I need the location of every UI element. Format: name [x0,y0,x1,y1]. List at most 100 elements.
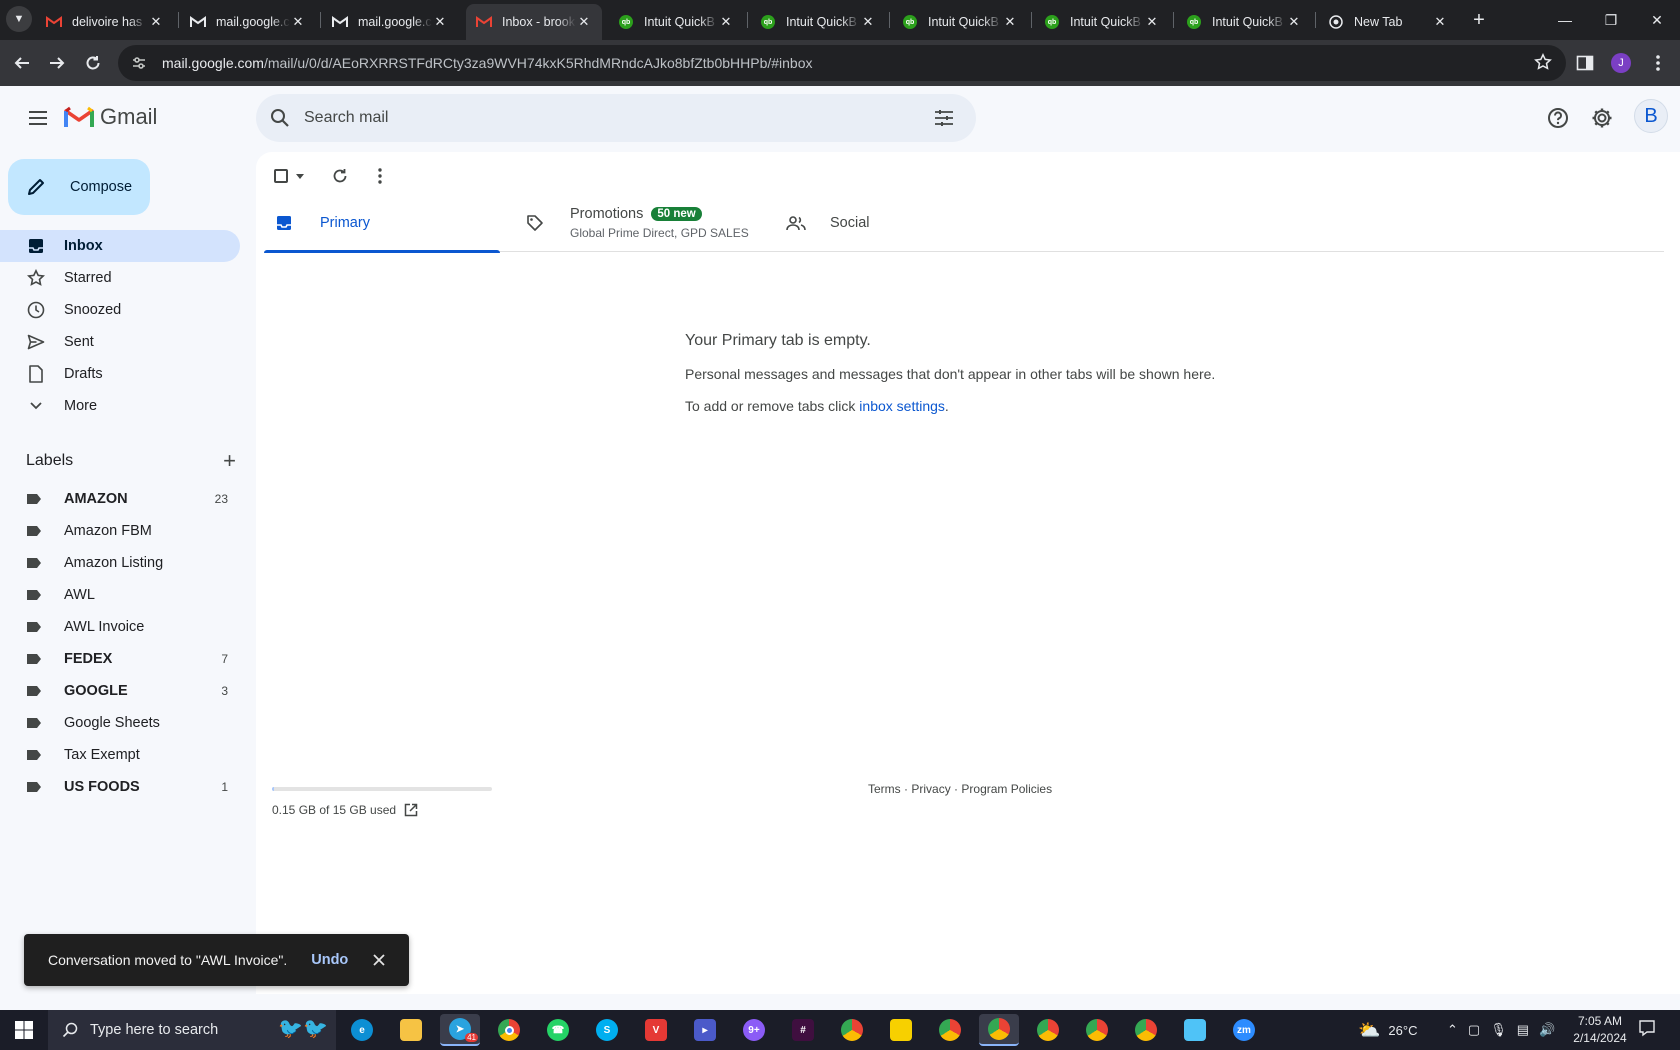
sidebar-item-inbox[interactable]: Inbox [0,230,240,262]
back-button[interactable] [7,48,37,78]
inbox-settings-link[interactable]: inbox settings [859,398,945,414]
close-window-button[interactable]: ✕ [1634,0,1680,40]
label-item[interactable]: Amazon Listing [0,547,240,579]
create-label-button[interactable]: + [223,448,236,474]
label-item[interactable]: AMAZON 23 [0,483,240,515]
taskbar-app-edge[interactable]: e [342,1014,382,1046]
sidebar-item-starred[interactable]: Starred [0,262,240,294]
browser-tab[interactable]: qb Intuit QuickB ✕ [1034,4,1170,40]
network-icon[interactable]: ▤ [1517,1022,1529,1038]
taskbar-app-vectr[interactable]: V [636,1014,676,1046]
select-menu-caret-icon[interactable] [296,173,304,179]
taskbar-app-notepad[interactable] [1175,1014,1215,1046]
search-input[interactable] [304,109,934,127]
browser-tab[interactable]: New Tab ✕ [1318,4,1458,40]
taskbar-app-chrome-profile[interactable] [1077,1014,1117,1046]
close-tab-icon[interactable]: ✕ [718,14,734,30]
profile-button[interactable]: J [1606,48,1636,78]
restore-button[interactable]: ❐ [1588,0,1634,40]
taskbar-clock[interactable]: 7:05 AM 2/14/2024 [1560,1013,1640,1047]
account-avatar[interactable]: B [1634,99,1668,133]
close-tab-icon[interactable]: ✕ [1286,14,1302,30]
close-tab-icon[interactable]: ✕ [1144,14,1160,30]
taskbar-app-chrome-profile[interactable] [1126,1014,1166,1046]
search-options-icon[interactable] [934,109,958,127]
label-item[interactable]: GOOGLE 3 [0,675,240,707]
side-panel-button[interactable] [1570,48,1600,78]
browser-tab-active[interactable]: Inbox - brook ✕ [466,4,602,40]
close-icon[interactable] [372,953,386,967]
browser-tab[interactable]: mail.google.c ✕ [322,4,458,40]
taskbar-search[interactable]: Type here to search 🐦🐦 [48,1010,336,1050]
taskbar-app-power-automate[interactable]: ▸ [685,1014,725,1046]
compose-button[interactable]: Compose [8,159,150,215]
sidebar-item-sent[interactable]: Sent [0,326,240,358]
main-menu-button[interactable] [18,98,58,138]
camera-icon[interactable]: ▢ [1468,1022,1480,1038]
taskbar-app-chrome-profile[interactable] [979,1014,1019,1046]
select-all-checkbox[interactable] [274,169,288,183]
tab-search-button[interactable]: ▼ [6,6,32,32]
browser-tab[interactable]: qb Intuit QuickB ✕ [750,4,886,40]
close-tab-icon[interactable]: ✕ [290,14,306,30]
sidebar-item-drafts[interactable]: Drafts [0,358,240,390]
taskbar-app-whatsapp[interactable]: ☎ [538,1014,578,1046]
refresh-button[interactable] [332,168,348,184]
sidebar-item-more[interactable]: More [0,390,240,422]
taskbar-app-slack[interactable]: # [783,1014,823,1046]
label-item[interactable]: AWL [0,579,240,611]
taskbar-app-zoom[interactable]: zm [1224,1014,1264,1046]
taskbar-app-skype[interactable]: S [587,1014,627,1046]
microphone-icon[interactable]: 🎙 [1490,1022,1507,1038]
browser-tab[interactable]: qb Intuit QuickB ✕ [608,4,744,40]
sidebar-item-snoozed[interactable]: Snoozed [0,294,240,326]
taskbar-app-chrome-profile[interactable] [1028,1014,1068,1046]
tab-promotions[interactable]: Promotions 50 new Global Prime Direct, G… [526,194,749,252]
chevron-up-icon[interactable]: ⌃ [1447,1022,1458,1038]
tab-primary[interactable]: Primary [264,194,500,253]
undo-button[interactable]: Undo [311,952,348,968]
close-tab-icon[interactable]: ✕ [860,14,876,30]
close-tab-icon[interactable]: ✕ [1432,14,1448,30]
settings-button[interactable] [1586,102,1618,134]
notification-center-icon[interactable] [1638,1019,1660,1037]
close-tab-icon[interactable]: ✕ [576,14,592,30]
volume-icon[interactable]: 🔊 [1539,1022,1555,1038]
taskbar-app-chrome-profile[interactable] [832,1014,872,1046]
label-item[interactable]: Tax Exempt [0,739,240,771]
reload-button[interactable] [78,48,108,78]
new-tab-button[interactable]: + [1465,6,1493,34]
label-item[interactable]: US FOODS 1 [0,771,240,803]
browser-tab[interactable]: mail.google.c ✕ [180,4,316,40]
label-item[interactable]: Google Sheets [0,707,240,739]
minimize-button[interactable]: — [1542,0,1588,40]
browser-tab[interactable]: qb Intuit QuickB ✕ [892,4,1028,40]
taskbar-app-file-explorer[interactable] [391,1014,431,1046]
weather-widget[interactable]: ⛅ 26°C [1358,1010,1417,1050]
search-bar[interactable] [256,94,976,142]
close-tab-icon[interactable]: ✕ [432,14,448,30]
tab-social[interactable]: Social [786,194,870,252]
browser-tab[interactable]: delivoire has ✕ [36,4,174,40]
bookmark-star-icon[interactable] [1534,53,1552,76]
taskbar-app-chrome-profile[interactable] [930,1014,970,1046]
open-in-new-icon[interactable] [404,803,418,817]
privacy-link[interactable]: Privacy [911,782,950,796]
support-button[interactable] [1542,102,1574,134]
more-actions-button[interactable] [378,168,382,184]
start-button[interactable] [0,1010,48,1050]
close-tab-icon[interactable]: ✕ [148,14,164,30]
close-tab-icon[interactable]: ✕ [1002,14,1018,30]
label-item[interactable]: AWL Invoice [0,611,240,643]
forward-button[interactable] [42,48,72,78]
taskbar-app-chrome[interactable] [489,1014,529,1046]
label-item[interactable]: FEDEX 7 [0,643,240,675]
terms-link[interactable]: Terms [868,782,901,796]
taskbar-app-messenger[interactable]: 9+ [734,1014,774,1046]
label-item[interactable]: Amazon FBM [0,515,240,547]
site-settings-icon[interactable] [130,54,152,72]
search-icon[interactable] [270,108,294,128]
gmail-logo[interactable]: Gmail [64,104,157,130]
browser-menu-button[interactable] [1643,48,1673,78]
browser-tab[interactable]: qb Intuit QuickB ✕ [1176,4,1312,40]
